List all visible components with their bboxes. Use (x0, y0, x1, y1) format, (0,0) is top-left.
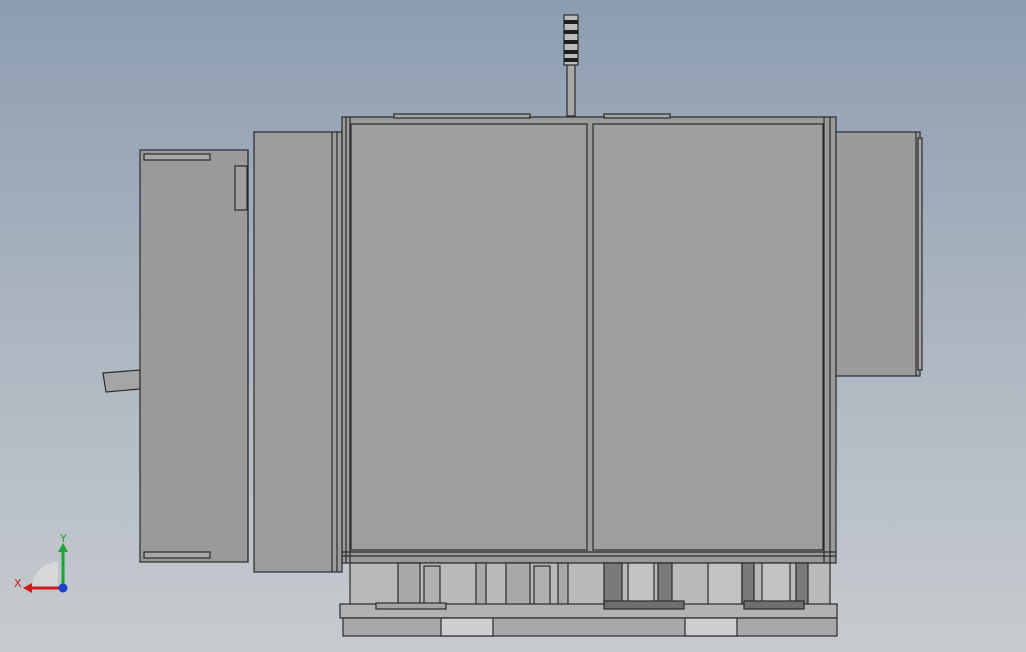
skid (342, 617, 838, 637)
signal-tower (563, 14, 579, 117)
left-side-box (139, 149, 249, 563)
cad-viewport[interactable]: Y X (0, 0, 1026, 652)
y-axis-arrow-icon (58, 543, 68, 588)
right-side-box (835, 131, 923, 377)
triad-plane-indicator (32, 562, 58, 588)
z-axis-dot-icon (58, 583, 68, 593)
door-left[interactable] (350, 123, 588, 551)
door-right[interactable] (592, 123, 824, 551)
intermediate-frame (253, 131, 343, 573)
y-axis-label: Y (59, 532, 67, 545)
cabinet-model-side-view[interactable] (0, 0, 1026, 652)
axis-triad[interactable]: Y X (10, 530, 80, 600)
left-handle (102, 369, 141, 393)
base-frame (339, 562, 838, 619)
x-axis-label: X (14, 577, 22, 590)
